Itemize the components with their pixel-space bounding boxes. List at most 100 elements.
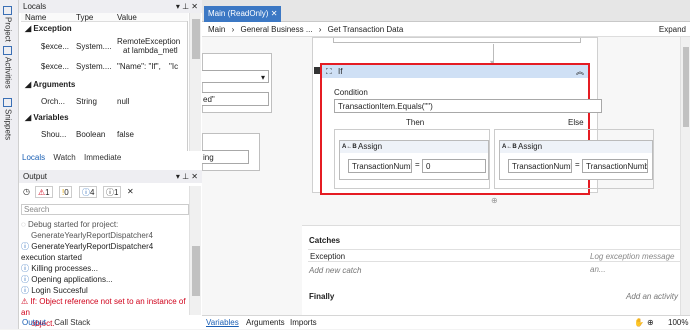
locals-tabs: Locals Watch Immediate [22, 152, 127, 164]
equals-sign: = [415, 160, 420, 169]
trace-filter[interactable]: ⓘ1 [103, 186, 122, 198]
group-exception[interactable]: ◢ Exception [21, 23, 188, 35]
expand-all-link[interactable]: Expand [659, 22, 686, 37]
assign-title: Assign [358, 142, 383, 151]
assign-value-input[interactable]: 0 [422, 159, 486, 173]
output-header: Output ▾ ⊥ ✕ [19, 170, 202, 183]
assign-value-input[interactable]: TransactionNumbe [582, 159, 648, 173]
assign-title: Assign [518, 142, 543, 151]
tab-output[interactable]: Output [22, 318, 46, 327]
assign-icon: A←B [342, 144, 357, 150]
output-search-input[interactable]: Search [21, 204, 189, 215]
catch-row[interactable]: Exception Log exception message an... ⌄ [308, 249, 690, 274]
else-label: Else [568, 118, 584, 127]
breadcrumb-item[interactable]: General Business ... [240, 25, 312, 34]
zoom-level[interactable]: 100% [668, 316, 688, 330]
breakpoint-marker [314, 67, 320, 74]
add-activity-icon[interactable]: ⊕ [491, 196, 498, 205]
info-icon: ⓘ [21, 286, 29, 295]
assign-to-input[interactable]: TransactionNumbe [508, 159, 572, 173]
partial-activity: ▾ ed" [202, 53, 272, 113]
local-row[interactable]: Orch... String null [21, 96, 188, 108]
error-icon: ⚠ [21, 297, 29, 306]
group-arguments[interactable]: ◢ Arguments [21, 79, 188, 91]
designer-scrollbar[interactable] [680, 37, 690, 315]
close-icon: ✕ [270, 9, 278, 18]
breadcrumb: Main › General Business ... › Get Transa… [202, 22, 690, 37]
assign-to-input[interactable]: TransactionNumbe [348, 159, 412, 173]
then-label: Then [406, 118, 425, 127]
info-icon: ⓘ [21, 242, 29, 251]
info-filter[interactable]: ⓘ4 [79, 186, 98, 198]
document-tab-bar: Main (ReadOnly) ✕ [202, 0, 690, 22]
arguments-tab[interactable]: Arguments [246, 316, 285, 330]
exception-type: Exception [310, 252, 346, 261]
side-rail: Project Activities Snippets [0, 0, 19, 329]
designer-canvas: ▾ ed" ing ▾ ⊕ ⛶ If ︽ Condition Transacti… [202, 37, 690, 315]
trace-icon: ⓘ [106, 188, 114, 197]
equals-sign: = [575, 160, 580, 169]
side-tab-activities[interactable]: Activities [3, 46, 13, 89]
log-line: ⓘ Opening applications... [21, 275, 113, 284]
condition-input[interactable]: TransactionItem.Equals("") [334, 99, 602, 113]
add-new-catch[interactable]: Add new catch [309, 266, 361, 275]
imports-tab[interactable]: Imports [290, 316, 317, 330]
tab-watch[interactable]: Watch [53, 153, 75, 162]
add-activity-link[interactable]: Add an activity [626, 292, 678, 301]
local-row[interactable]: $exce... System.... "Name": "If", "Ic [21, 61, 188, 73]
condition-label: Condition [334, 88, 368, 97]
errors-filter[interactable]: ⚠1 [35, 186, 53, 198]
tab-call-stack[interactable]: Call Stack [54, 318, 90, 327]
variables-tab[interactable]: Variables [206, 316, 239, 330]
zoom-icon[interactable]: ⊕ [647, 316, 654, 330]
chevron-down-icon: ▾ [260, 73, 265, 82]
partial-string-field[interactable]: ing [202, 150, 249, 164]
if-title: If [338, 67, 343, 76]
output-log: ◌ Debug started for project: GenerateYea… [21, 219, 189, 328]
finally-title: Finally [309, 292, 335, 301]
debug-icon: ◌ [21, 220, 26, 229]
group-variables[interactable]: ◢ Variables [21, 112, 188, 124]
locals-grid: ◢ Exception $exce... System.... RemoteEx… [21, 21, 188, 151]
pin-icon[interactable]: ▾ ⊥ ✕ [176, 170, 198, 183]
output-toolbar: ◷ ⚠1 !0 ⓘ4 ⓘ1 ✕ [21, 186, 189, 200]
side-tab-snippets[interactable]: Snippets [3, 98, 13, 140]
locals-title: Locals [23, 2, 47, 11]
tab-immediate[interactable]: Immediate [84, 153, 121, 162]
partial-field[interactable]: ed" [202, 92, 269, 106]
activities-icon [3, 46, 12, 55]
if-activity-header: ⛶ If ︽ [322, 65, 588, 78]
log-line: ◌ Debug started for project: [21, 220, 119, 229]
locals-scrollbar[interactable] [189, 13, 201, 151]
then-branch: A←B Assign TransactionNumbe = 0 [334, 129, 490, 189]
pan-icon[interactable]: ✋ [634, 316, 644, 330]
warnings-filter[interactable]: !0 [59, 186, 72, 198]
output-scrollbar[interactable] [189, 186, 201, 315]
local-row[interactable]: $exce... System.... RemoteException at l… [21, 37, 188, 59]
chevron-right-icon: › [318, 25, 322, 34]
output-tabs: Output Call Stack [22, 317, 96, 329]
project-icon [3, 6, 12, 15]
breadcrumb-item[interactable]: Main [208, 25, 225, 34]
if-activity[interactable]: ⛶ If ︽ Condition TransactionItem.Equals(… [314, 63, 654, 195]
clock-icon[interactable]: ◷ [23, 187, 30, 196]
assign-activity[interactable]: A←B Assign TransactionNumbe = 0 [339, 140, 489, 180]
catches-title: Catches [309, 236, 341, 245]
local-row[interactable]: Shou... Boolean false [21, 129, 188, 141]
assign-activity[interactable]: A←B Assign TransactionNumbe = Transactio… [499, 140, 653, 180]
breadcrumb-item[interactable]: Get Transaction Data [328, 25, 404, 34]
info-icon: ⓘ [21, 275, 29, 284]
partial-dropdown[interactable]: ▾ [202, 70, 269, 83]
else-branch: A←B Assign TransactionNumbe = Transactio… [494, 129, 654, 189]
side-tab-project[interactable]: Project [3, 6, 13, 42]
info-icon: ⓘ [21, 264, 29, 273]
log-line: ⓘ GenerateYearlyReportDispatcher4 execut… [21, 242, 154, 262]
log-line: ⓘ Killing processes... [21, 264, 98, 273]
clear-icon[interactable]: ✕ [127, 187, 134, 196]
pin-icon[interactable]: ▾ ⊥ ✕ [176, 0, 198, 13]
designer-statusbar: Variables Arguments Imports ✋ ⊕ 100% [202, 315, 690, 329]
tab-main[interactable]: Main (ReadOnly) ✕ [204, 6, 282, 22]
try-catch-section: Catches Exception Log exception message … [302, 225, 690, 315]
tab-locals[interactable]: Locals [22, 153, 45, 162]
collapse-icon[interactable]: ︽ [576, 65, 584, 78]
